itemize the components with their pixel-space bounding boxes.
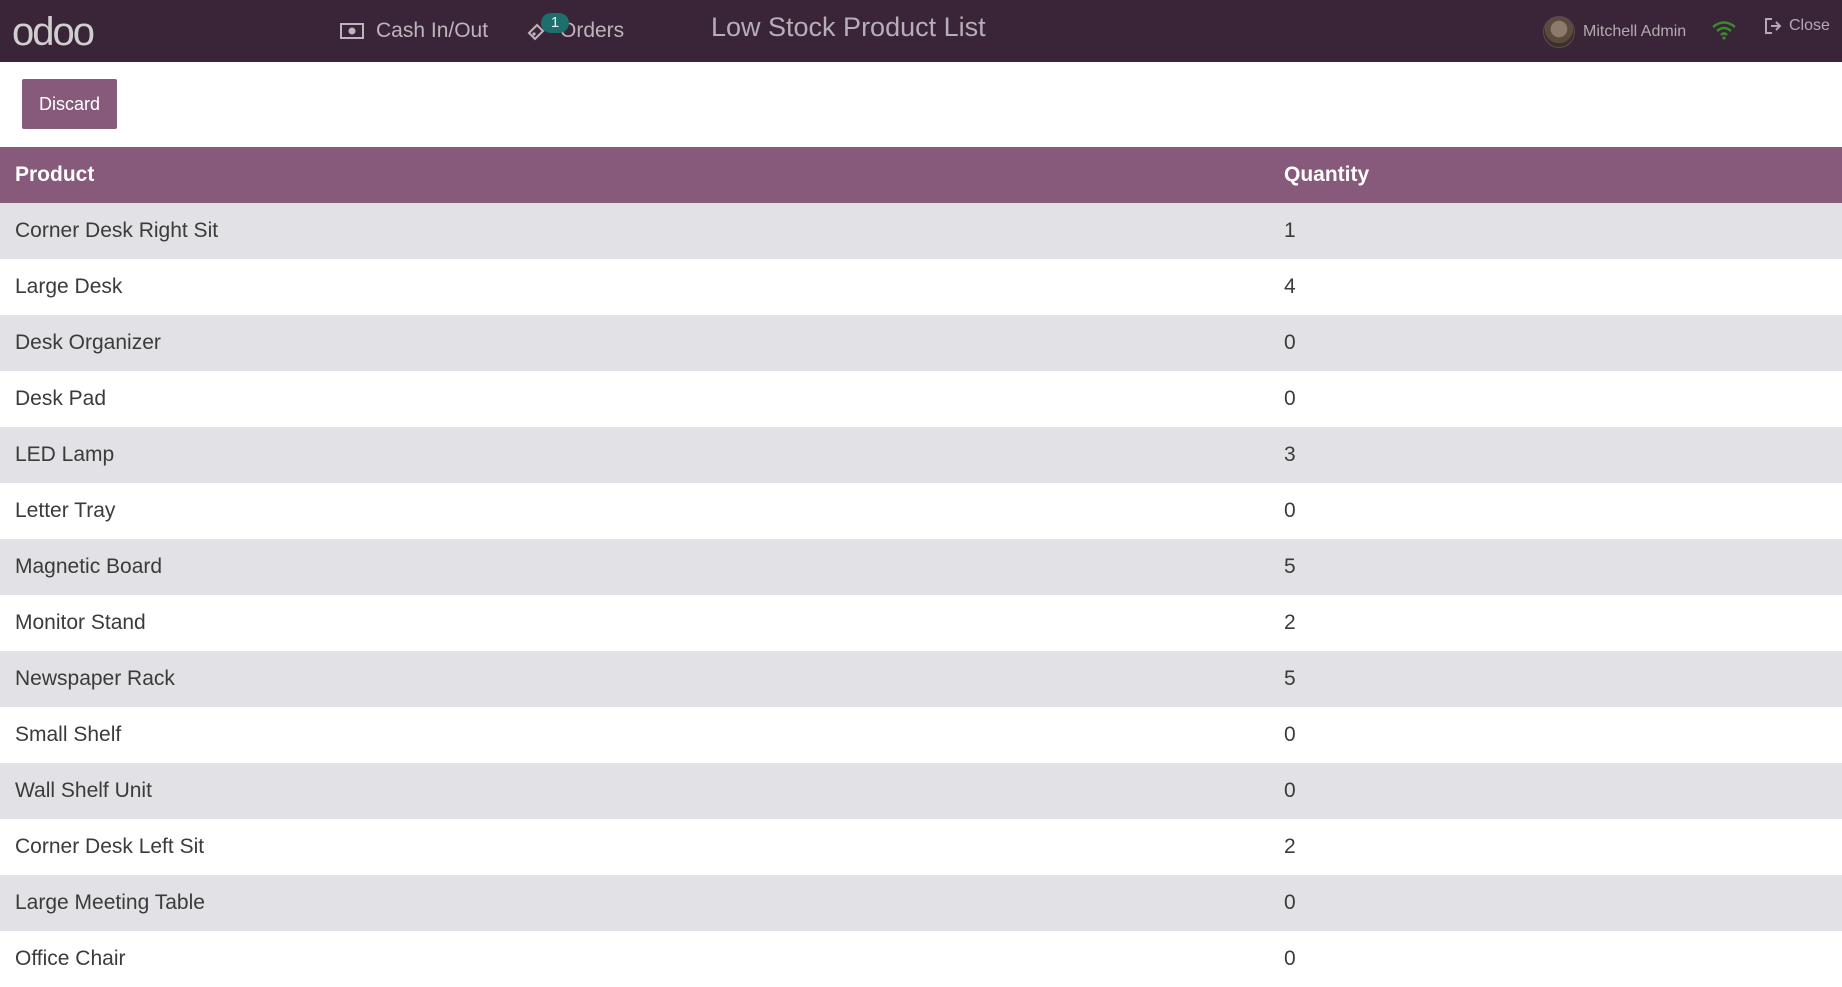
quantity-cell: 0 [1269,875,1842,931]
orders-count-badge: 1 [541,13,569,33]
product-cell: Monitor Stand [0,595,1269,651]
product-cell: Desk Pad [0,371,1269,427]
table-row[interactable]: Newspaper Rack 5 [0,651,1842,707]
table-row[interactable]: LED Lamp 3 [0,427,1842,483]
money-bill-icon [340,23,364,39]
product-cell: Magnetic Board [0,539,1269,595]
sign-out-icon [1765,18,1782,34]
quantity-cell: 0 [1269,483,1842,539]
table-row[interactable]: Desk Pad 0 [0,371,1842,427]
cash-in-out-button[interactable]: Cash In/Out [340,16,488,46]
user-avatar [1543,16,1575,48]
quantity-cell: 2 [1269,595,1842,651]
product-cell: Large Meeting Table [0,875,1269,931]
user-name: Mitchell Admin [1583,23,1687,40]
table-row[interactable]: Corner Desk Left Sit 2 [0,819,1842,875]
cash-in-out-label: Cash In/Out [376,19,489,42]
table-row[interactable]: Desk Organizer 0 [0,315,1842,371]
quantity-cell: 0 [1269,371,1842,427]
table-row[interactable]: Letter Tray 0 [0,483,1842,539]
product-cell: Corner Desk Right Sit [0,203,1269,259]
product-cell: Wall Shelf Unit [0,763,1269,819]
discard-button[interactable]: Discard [22,79,117,129]
table-row[interactable]: Large Desk 4 [0,259,1842,315]
table-row[interactable]: Office Chair 0 [0,931,1842,987]
table-header-row: Product Quantity [0,147,1842,203]
table-row[interactable]: Magnetic Board 5 [0,539,1842,595]
close-button[interactable]: Close [1764,17,1830,35]
product-cell: Desk Organizer [0,315,1269,371]
top-navbar: odoo Cash In/Out Orders 1 Low Stock Prod… [0,0,1842,62]
table-row[interactable]: Corner Desk Right Sit 1 [0,203,1842,259]
quantity-cell: 1 [1269,203,1842,259]
quantity-cell: 5 [1269,651,1842,707]
orders-label: Orders [560,19,625,42]
quantity-cell: 5 [1269,539,1842,595]
page-title: Low Stock Product List [711,12,986,42]
product-cell: Corner Desk Left Sit [0,819,1269,875]
quantity-cell: 2 [1269,819,1842,875]
product-cell: Large Desk [0,259,1269,315]
user-menu[interactable]: Mitchell Admin [1543,16,1686,48]
table-row[interactable]: Monitor Stand 2 [0,595,1842,651]
wifi-icon [1711,20,1737,45]
quantity-cell: 0 [1269,707,1842,763]
table-row[interactable]: Small Shelf 0 [0,707,1842,763]
quantity-cell: 0 [1269,763,1842,819]
table-row[interactable]: Wall Shelf Unit 0 [0,763,1842,819]
product-cell: LED Lamp [0,427,1269,483]
product-cell: Newspaper Rack [0,651,1269,707]
toolbar: Discard [0,62,1842,147]
quantity-cell: 4 [1269,259,1842,315]
quantity-cell: 0 [1269,931,1842,987]
column-header-product: Product [0,147,1269,203]
product-cell: Small Shelf [0,707,1269,763]
table-row[interactable]: Large Meeting Table 0 [0,875,1842,931]
product-cell: Letter Tray [0,483,1269,539]
column-header-quantity: Quantity [1269,147,1842,203]
low-stock-table: Product Quantity Corner Desk Right Sit 1 … [0,147,1842,987]
odoo-logo: odoo [12,10,95,54]
product-cell: Office Chair [0,931,1269,987]
quantity-cell: 3 [1269,427,1842,483]
quantity-cell: 0 [1269,315,1842,371]
close-label: Close [1789,17,1830,34]
